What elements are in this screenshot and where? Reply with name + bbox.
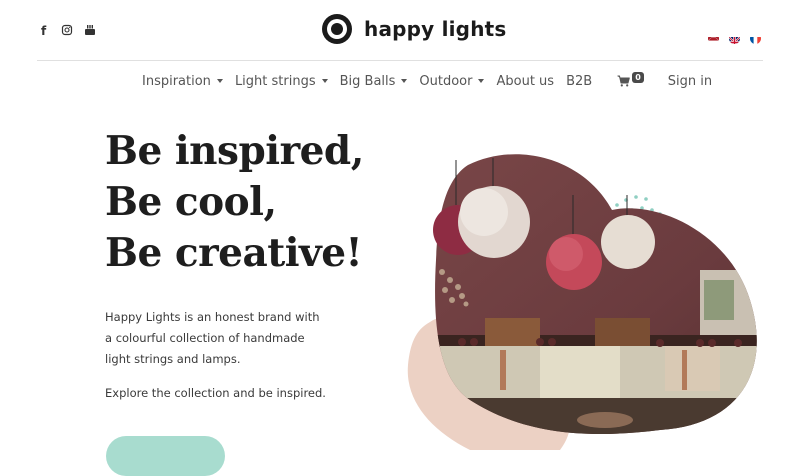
dining-room-lamps-photo	[407, 154, 757, 450]
